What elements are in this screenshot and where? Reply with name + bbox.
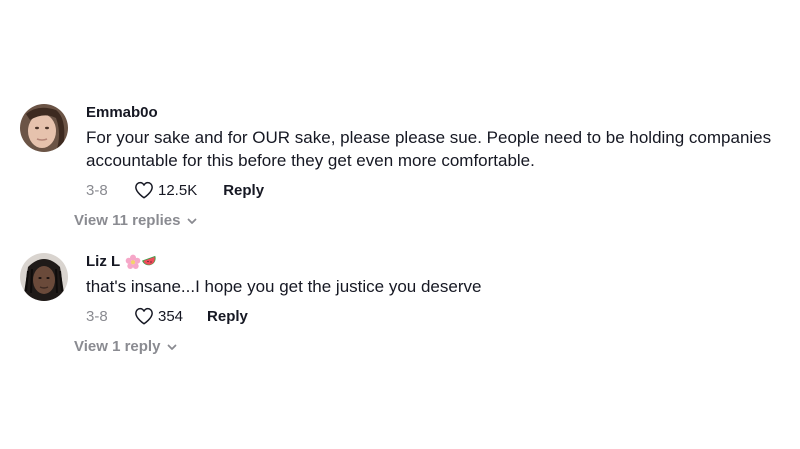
like-count: 12.5K <box>158 181 198 199</box>
comment-date: 3-8 <box>86 181 108 199</box>
comment-date: 3-8 <box>86 307 108 325</box>
view-replies-button[interactable]: View 11 replies <box>74 212 198 229</box>
avatar[interactable] <box>20 104 68 152</box>
heart-outline-icon <box>135 181 153 199</box>
comment-username[interactable]: Liz L <box>86 253 780 271</box>
like-count: 354 <box>158 307 184 325</box>
view-replies-button[interactable]: View 1 reply <box>74 338 178 355</box>
comment-username[interactable]: Emmab0o <box>86 104 780 122</box>
cherry-blossom-icon <box>125 254 141 269</box>
comment-text: For your sake and for OUR sake, please p… <box>86 128 772 170</box>
reply-button[interactable]: Reply <box>223 182 264 199</box>
chevron-down-icon <box>188 218 197 224</box>
view-replies-label: View 1 reply <box>74 338 161 355</box>
chevron-down-icon <box>168 344 177 350</box>
username-emojis <box>125 254 158 270</box>
watermelon-icon <box>142 255 156 266</box>
reply-button[interactable]: Reply <box>207 308 248 325</box>
heart-outline-icon <box>135 307 153 325</box>
comment-meta: 3-8 354 Reply <box>86 304 780 328</box>
comment-text: that's insane...I hope you get the justi… <box>86 277 482 296</box>
avatar[interactable] <box>20 253 68 301</box>
like-button[interactable]: 354 <box>134 307 183 325</box>
comment-meta: 3-8 12.5K Reply <box>86 178 780 202</box>
view-replies-label: View 11 replies <box>74 212 181 229</box>
like-button[interactable]: 12.5K <box>134 181 197 199</box>
